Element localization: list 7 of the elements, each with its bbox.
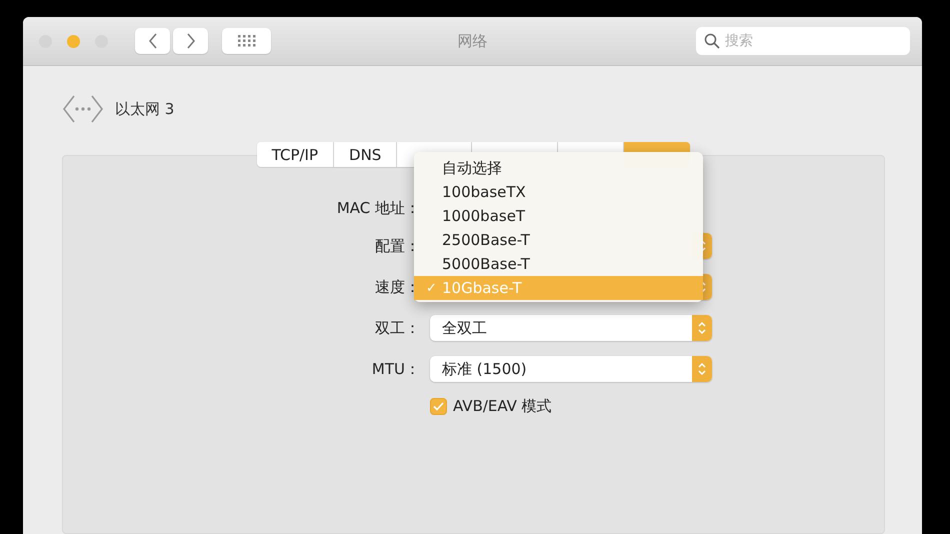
field-label: 配置：	[374, 236, 420, 256]
field-label: 双工：	[374, 318, 420, 338]
field-label: MAC 地址：	[336, 198, 420, 218]
checkbox-label: AVB/EAV 模式	[453, 397, 552, 416]
field-label: MTU：	[370, 360, 420, 378]
window-title: 网络	[458, 32, 488, 50]
interface-name: 以太网 3	[115, 100, 174, 118]
